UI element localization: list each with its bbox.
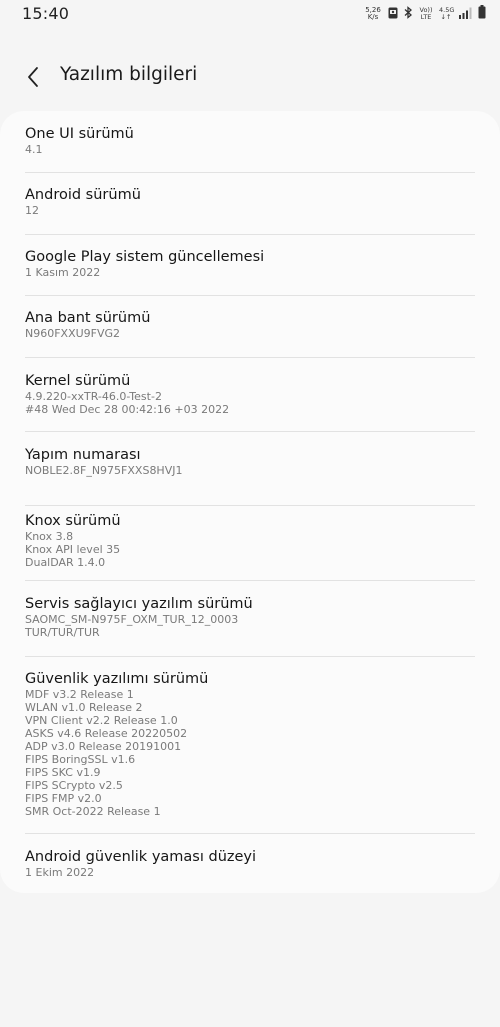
- list-item-title: Kernel sürümü: [25, 373, 131, 389]
- status-bar: 15:40 5,26 K/s Vo)) LTE 4.5G ↓↑: [0, 0, 500, 26]
- list-item-value: 12: [25, 204, 39, 217]
- list-item-value: WLAN v1.0 Release 2: [25, 701, 143, 714]
- list-item-value: SAOMC_SM-N975F_OXM_TUR_12_0003: [25, 613, 239, 626]
- list-item-title: One UI sürümü: [25, 126, 134, 142]
- list-item-build-number[interactable]: Yapım numarası NOBLE2.8F_N975FXXS8HVJ1: [25, 432, 475, 506]
- list-item-value: NOBLE2.8F_N975FXXS8HVJ1: [25, 464, 183, 477]
- status-time: 15:40: [22, 4, 70, 23]
- network-speed-indicator: 5,26 K/s: [364, 6, 382, 21]
- list-item-value: DualDAR 1.4.0: [25, 556, 106, 569]
- list-item-value: FIPS BoringSSL v1.6: [25, 753, 136, 766]
- list-item-one-ui-version[interactable]: One UI sürümü 4.1: [25, 111, 475, 173]
- list-item-value: MDF v3.2 Release 1: [25, 688, 134, 701]
- list-item-value: 4.1: [25, 143, 43, 156]
- list-item-value: ASKS v4.6 Release 20220502: [25, 727, 188, 740]
- lte-label: LTE: [420, 12, 432, 21]
- list-item-knox-version[interactable]: Knox sürümü Knox 3.8 Knox API level 35 D…: [25, 506, 475, 581]
- software-info-list: One UI sürümü 4.1 Android sürümü 12 Goog…: [0, 111, 500, 893]
- list-item-baseband-version[interactable]: Ana bant sürümü N960FXXU9FVG2: [25, 296, 475, 358]
- list-item-google-play-system-update[interactable]: Google Play sistem güncellemesi 1 Kasım …: [25, 235, 475, 296]
- list-item-value: FIPS FMP v2.0: [25, 792, 102, 805]
- list-item-value: FIPS SCrypto v2.5: [25, 779, 123, 792]
- page-title: Yazılım bilgileri: [60, 64, 198, 85]
- list-item-value: Knox API level 35: [25, 543, 121, 556]
- list-item-value: 1 Kasım 2022: [25, 266, 101, 279]
- list-item-service-provider-software-version[interactable]: Servis sağlayıcı yazılım sürümü SAOMC_SM…: [25, 581, 475, 657]
- signal-icon: [459, 4, 472, 23]
- list-item-title: Ana bant sürümü: [25, 310, 151, 326]
- back-button[interactable]: [22, 64, 46, 90]
- volte-icon: Vo)) LTE: [419, 6, 433, 21]
- network-speed-unit: K/s: [367, 12, 379, 21]
- list-item-android-version[interactable]: Android sürümü 12: [25, 173, 475, 235]
- list-item-value: VPN Client v2.2 Release 1.0: [25, 714, 178, 727]
- bluetooth-icon: [404, 4, 413, 23]
- list-item-title: Güvenlik yazılımı sürümü: [25, 671, 209, 687]
- list-item-title: Yapım numarası: [25, 447, 141, 463]
- list-item-value: N960FXXU9FVG2: [25, 327, 121, 340]
- list-item-value: TUR/TUR/TUR: [25, 626, 100, 639]
- list-item-value: 1 Ekim 2022: [25, 866, 95, 879]
- app-bar: Yazılım bilgileri: [0, 60, 500, 94]
- list-item-title: Servis sağlayıcı yazılım sürümü: [25, 596, 253, 612]
- list-item-value: ADP v3.0 Release 20191001: [25, 740, 182, 753]
- list-item-value: 4.9.220-xxTR-46.0-Test-2: [25, 390, 162, 403]
- screenshot-icon: [388, 4, 398, 23]
- status-icons: 5,26 K/s Vo)) LTE 4.5G ↓↑: [364, 4, 486, 23]
- list-item-title: Android sürümü: [25, 187, 141, 203]
- chevron-left-icon: [28, 67, 38, 87]
- list-item-title: Google Play sistem güncellemesi: [25, 249, 265, 265]
- list-item-title: Knox sürümü: [25, 513, 121, 529]
- list-item-security-software-version[interactable]: Güvenlik yazılımı sürümü MDF v3.2 Releas…: [25, 657, 475, 834]
- list-item-kernel-version[interactable]: Kernel sürümü 4.9.220-xxTR-46.0-Test-2 #…: [25, 358, 475, 432]
- network-icon: 4.5G ↓↑: [439, 6, 454, 21]
- list-item-android-security-patch-level[interactable]: Android güvenlik yaması düzeyi 1 Ekim 20…: [25, 834, 475, 893]
- network-arrows: ↓↑: [440, 12, 452, 21]
- list-item-value: Knox 3.8: [25, 530, 74, 543]
- list-item-value: FIPS SKC v1.9: [25, 766, 101, 779]
- list-item-value: #48 Wed Dec 28 00:42:16 +03 2022: [25, 403, 230, 416]
- list-item-value: SMR Oct-2022 Release 1: [25, 805, 161, 818]
- battery-icon: [478, 4, 486, 23]
- list-item-title: Android güvenlik yaması düzeyi: [25, 849, 257, 865]
